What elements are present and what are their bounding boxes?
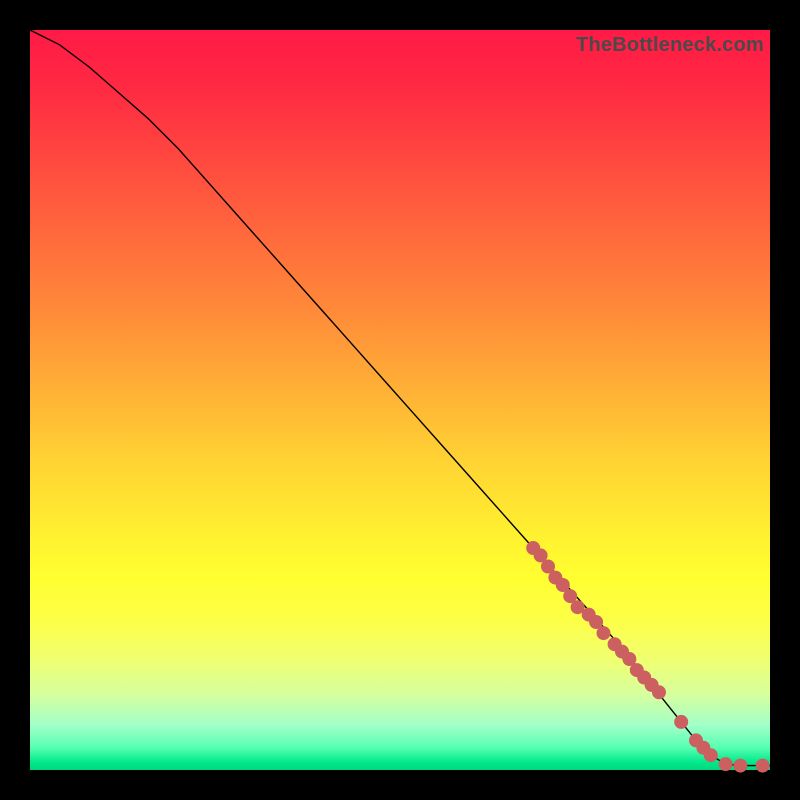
- data-marker: [556, 579, 569, 592]
- data-marker: [653, 686, 666, 699]
- data-marker: [734, 759, 747, 772]
- data-marker: [756, 759, 769, 772]
- chart-svg: [30, 30, 770, 770]
- markers-group: [527, 542, 769, 773]
- data-marker: [571, 601, 584, 614]
- data-marker: [675, 715, 688, 728]
- curve-line: [30, 30, 770, 766]
- data-marker: [590, 616, 603, 629]
- data-marker: [597, 627, 610, 640]
- data-marker: [534, 549, 547, 562]
- data-marker: [719, 758, 732, 771]
- plot-area: TheBottleneck.com: [30, 30, 770, 770]
- data-marker: [542, 560, 555, 573]
- data-marker: [704, 749, 717, 762]
- data-marker: [623, 653, 636, 666]
- data-marker: [564, 590, 577, 603]
- chart-frame: TheBottleneck.com: [0, 0, 800, 800]
